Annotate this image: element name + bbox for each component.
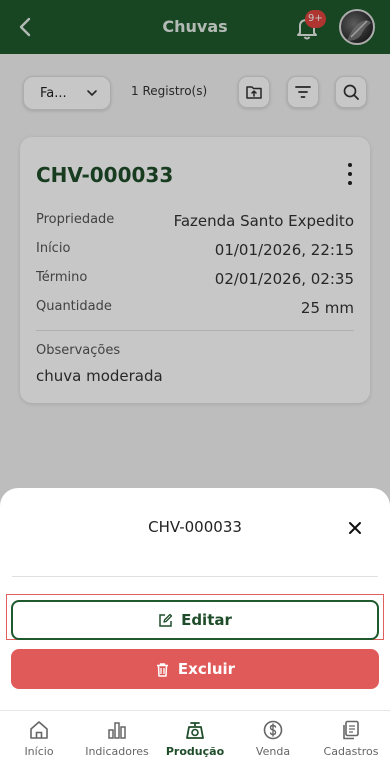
copy-icon (343, 720, 359, 740)
delete-button[interactable]: Excluir (11, 649, 379, 689)
sheet-title: CHV-000033 (148, 518, 242, 536)
bar-chart-icon (108, 722, 126, 739)
nav-label: Venda (255, 745, 291, 758)
home-icon (30, 721, 48, 739)
bottom-navigation: Início Indicadores Produção Venda Cadast… (0, 710, 390, 763)
scale-icon (186, 722, 204, 739)
dollar-icon (263, 720, 283, 740)
sheet-divider (12, 576, 378, 577)
nav-label: Início (24, 745, 54, 758)
nav-label: Produção (165, 745, 225, 758)
nav-item-cadastros[interactable]: Cadastros (312, 719, 390, 763)
nav-label: Indicadores (85, 745, 149, 758)
close-button[interactable] (343, 516, 367, 540)
edit-button[interactable]: Editar (11, 600, 379, 640)
actions-bottom-sheet: CHV-000033 Editar Excluir (0, 488, 390, 710)
nav-item-venda[interactable]: Venda (234, 719, 312, 763)
nav-item-inicio[interactable]: Início (0, 719, 78, 763)
delete-label: Excluir (177, 660, 236, 678)
trash-icon (156, 662, 168, 677)
edit-icon (159, 613, 173, 627)
close-icon (349, 522, 361, 534)
edit-label: Editar (181, 611, 232, 629)
nav-item-indicadores[interactable]: Indicadores (78, 719, 156, 763)
nav-item-producao[interactable]: Produção (156, 719, 234, 763)
nav-label: Cadastros (323, 745, 379, 758)
